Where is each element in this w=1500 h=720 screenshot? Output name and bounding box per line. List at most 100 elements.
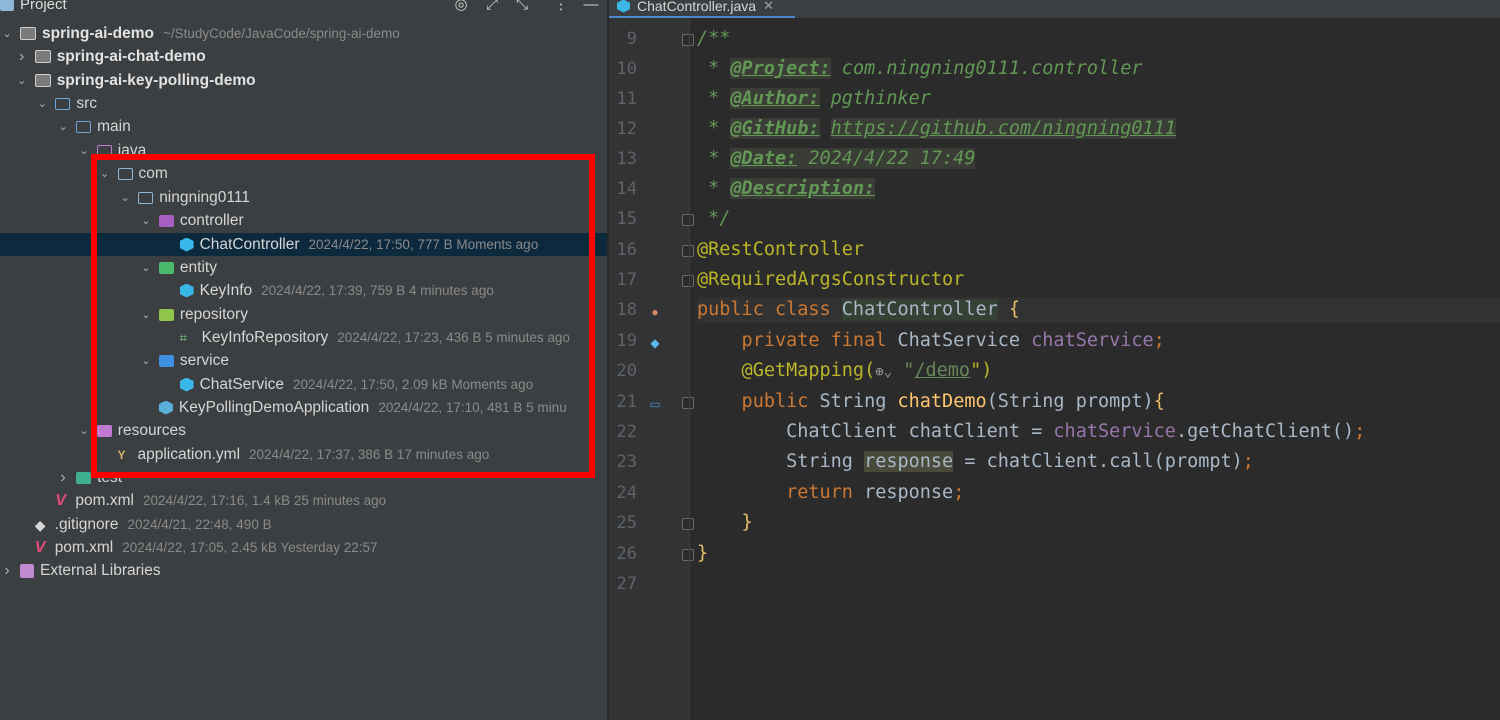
github-link[interactable]: https://github.com/ningning0111 [830,118,1176,139]
bean-icon[interactable]: ● [647,304,663,320]
more-options-icon[interactable]: ⋮ [552,0,570,14]
tree-item[interactable]: ⌄ java [0,139,607,162]
gitignore-file-icon: ◆ [34,516,46,533]
tree-item[interactable]: ⌄ service [0,349,607,372]
line-number[interactable]: 18 [609,300,637,320]
fold-marker-icon[interactable] [682,214,694,226]
line-number[interactable]: 20 [609,361,637,381]
line-number[interactable]: 17 [609,270,637,290]
chevron-down-icon[interactable]: ⌄ [98,167,112,180]
endpoint-path-link[interactable]: /demo [914,360,970,381]
chevron-down-icon[interactable]: ⌄ [139,354,153,367]
line-number[interactable]: 9 [609,29,637,49]
tree-item-meta: 2024/4/22, 17:23, 436 B 5 minutes ago [337,330,570,345]
tree-item-label: ChatService [199,375,285,393]
implemented-icon[interactable]: ◆ [647,335,663,351]
tab-chatcontroller[interactable]: ChatController.java ✕ [617,0,774,17]
line-number[interactable]: 13 [609,149,637,169]
api-endpoint-icon[interactable]: ▭ [647,396,663,412]
tree-item[interactable]: ChatController 2024/4/22, 17:50, 777 B Mo… [0,233,607,256]
tree-item-meta: ~/StudyCode/JavaCode/spring-ai-demo [162,26,400,41]
code-line-10: * @Project: com.ningning0111.controller [697,58,1143,79]
code-line-24: return response; [697,482,965,503]
code-line-14: * @Description: [697,178,876,199]
tree-item[interactable]: ChatService 2024/4/22, 17:50, 2.09 kB Mom… [0,373,607,396]
chevron-down-icon[interactable]: ⌄ [139,261,153,274]
collapse-all-icon[interactable]: ⤡ [513,0,531,14]
line-number[interactable]: 27 [609,574,637,594]
line-number[interactable]: 25 [609,513,637,533]
line-number[interactable]: 23 [609,452,637,472]
chevron-down-icon[interactable]: ⌄ [118,191,132,204]
chevron-down-icon[interactable]: ⌄ [139,308,153,321]
tree-item[interactable]: ⌄ spring-ai-demo ~/StudyCode/JavaCode/spri… [0,22,607,45]
fold-marker-icon[interactable] [682,245,694,257]
chevron-right-icon[interactable]: › [0,562,14,580]
tree-item-label: spring-ai-demo [42,24,154,42]
fold-marker-icon[interactable] [682,518,694,530]
tree-item[interactable]: ⌄ resources [0,419,607,442]
line-number[interactable]: 11 [609,89,637,109]
code-line-20: @GetMapping(⊕⌄ "/demo") [697,358,993,385]
project-panel-title[interactable]: Project [0,0,67,13]
chevron-down-icon[interactable]: ⌄ [77,424,91,437]
chevron-right-icon[interactable]: › [56,469,70,487]
tree-item[interactable]: › spring-ai-chat-demo [0,45,607,68]
chevron-down-icon[interactable]: ⌄ [139,214,153,227]
fold-marker-icon[interactable] [682,397,694,409]
chevron-down-icon[interactable]: ⌄ [56,120,70,133]
tree-item[interactable]: ◆ .gitignore 2024/4/21, 22:48, 490 B [0,513,607,536]
chevron-down-icon[interactable]: ⌄ [15,74,29,87]
line-number[interactable]: 22 [609,422,637,442]
tree-item[interactable]: › test [0,466,607,489]
locate-file-icon[interactable]: ◎ [452,0,470,14]
tree-item-label: KeyPollingDemoApplication [178,398,370,416]
line-number[interactable]: 10 [609,59,637,79]
tree-item[interactable]: › External Libraries [0,559,607,582]
project-panel-header: Project ◎ ⤢ ⤡ ⋮ — [0,0,607,14]
tree-item[interactable]: KeyPollingDemoApplication 2024/4/22, 17:1… [0,396,607,419]
line-number[interactable]: 16 [609,240,637,260]
code-line-17: @RequiredArgsConstructor [697,269,965,290]
fold-marker-icon[interactable] [682,549,694,561]
tree-item-label: entity [179,258,217,276]
tree-item-meta: 2024/4/21, 22:48, 490 B [127,517,272,532]
tree-item-label: spring-ai-chat-demo [56,47,206,65]
line-number[interactable]: 19 [609,331,637,351]
tree-item[interactable]: ⌄ spring-ai-key-polling-demo [0,69,607,92]
chevron-right-icon[interactable]: › [15,48,29,66]
tree-item-label: com [138,164,168,182]
globe-icon[interactable]: ⊕⌄ [875,359,903,385]
tree-item[interactable]: ⌄ repository [0,303,607,326]
tree-item[interactable]: Vpom.xml 2024/4/22, 17:05, 2.45 kB Yester… [0,536,607,559]
tree-item[interactable]: ⌄ controller [0,209,607,232]
expand-all-icon[interactable]: ⤢ [483,0,501,14]
chevron-down-icon[interactable]: ⌄ [35,97,49,110]
chevron-down-icon[interactable]: ⌄ [0,27,14,40]
line-number[interactable]: 14 [609,179,637,199]
code-editor: ChatController.java ✕ 9 10 11 12 13 14 15 16 17 1… [609,0,1500,720]
line-number[interactable]: 21 [609,392,637,412]
java-class-icon [617,0,630,13]
tree-item[interactable]: Yapplication.yml 2024/4/22, 17:37, 386 B … [0,443,607,466]
fold-marker-icon[interactable] [682,275,694,287]
line-number[interactable]: 12 [609,119,637,139]
tree-item[interactable]: ⌄ src [0,92,607,115]
folder-icon [117,167,133,180]
line-number[interactable]: 26 [609,544,637,564]
resources-folder-icon [96,424,112,437]
hide-panel-icon[interactable]: — [582,0,600,14]
line-number[interactable]: 15 [609,209,637,229]
line-number[interactable]: 24 [609,483,637,503]
tree-item[interactable]: ⌄ main [0,115,607,138]
tree-item[interactable]: ⌄ ningning0111 [0,186,607,209]
fold-marker-icon[interactable] [682,34,694,46]
tree-item[interactable]: Vpom.xml 2024/4/22, 17:16, 1.4 kB 25 minu… [0,489,607,512]
tree-item[interactable]: KeyInfo 2024/4/22, 17:39, 759 B 4 minutes… [0,279,607,302]
tree-item[interactable]: ⌄ com [0,162,607,185]
folder-icon [138,191,154,204]
chevron-down-icon[interactable]: ⌄ [77,144,91,157]
tree-item[interactable]: ⌗ KeyInfoRepository 2024/4/22, 17:23, 436 … [0,326,607,349]
tree-item[interactable]: ⌄ entity [0,256,607,279]
close-tab-icon[interactable]: ✕ [763,0,774,14]
